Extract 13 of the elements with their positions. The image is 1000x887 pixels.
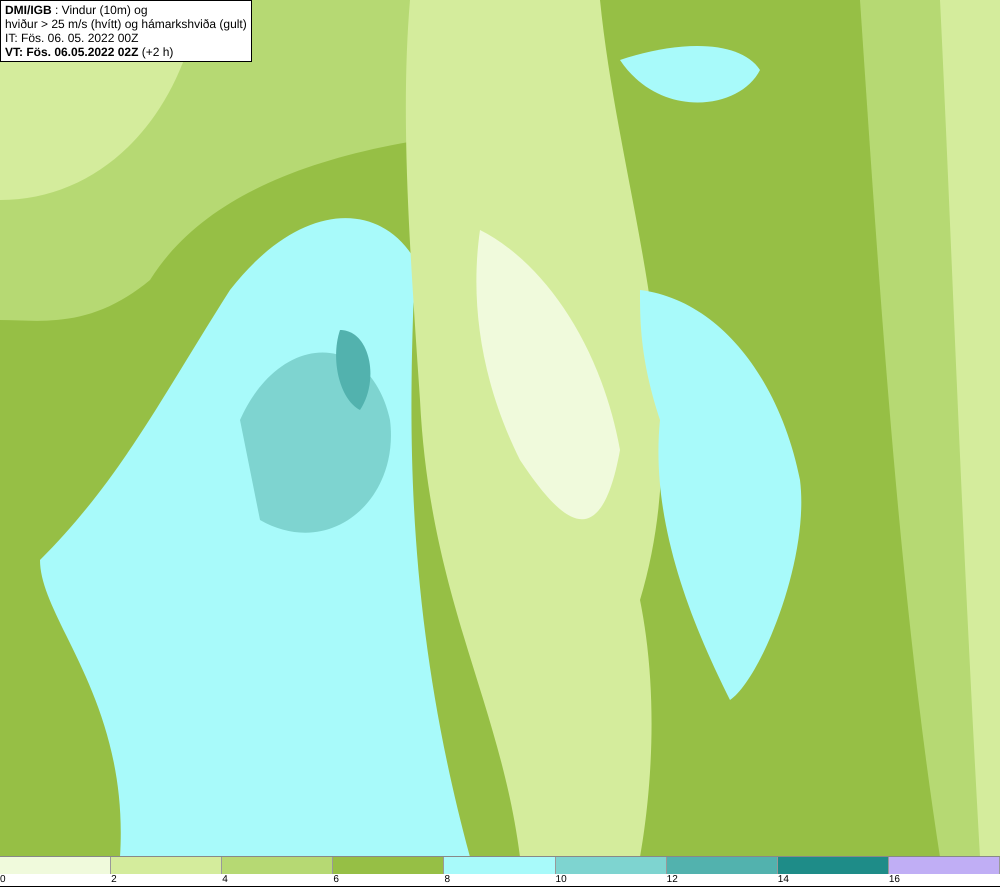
legend-tick-label: 4 bbox=[222, 874, 228, 885]
title-line: IT: Fös. 06. 05. 2022 00Z bbox=[5, 31, 140, 45]
legend-tick-label: 14 bbox=[778, 874, 789, 885]
legend-tick-label: 0 bbox=[0, 874, 6, 885]
legend-tick-label: 2 bbox=[111, 874, 117, 885]
legend-tick-label: 8 bbox=[444, 874, 450, 885]
legend-tick-label: 6 bbox=[333, 874, 339, 885]
legend-tick-label: 12 bbox=[666, 874, 678, 885]
title-line: VT: Fös. 06.05.2022 02Z (+2 h) bbox=[5, 45, 174, 59]
legend-tick-label: 16 bbox=[888, 874, 900, 885]
title-line: DMI/IGB : Vindur (10m) og bbox=[5, 3, 148, 17]
title-line: hviður > 25 m/s (hvítt) og hámarkshviða (gult) bbox=[5, 17, 247, 31]
legend-tick-label: 10 bbox=[556, 874, 567, 885]
